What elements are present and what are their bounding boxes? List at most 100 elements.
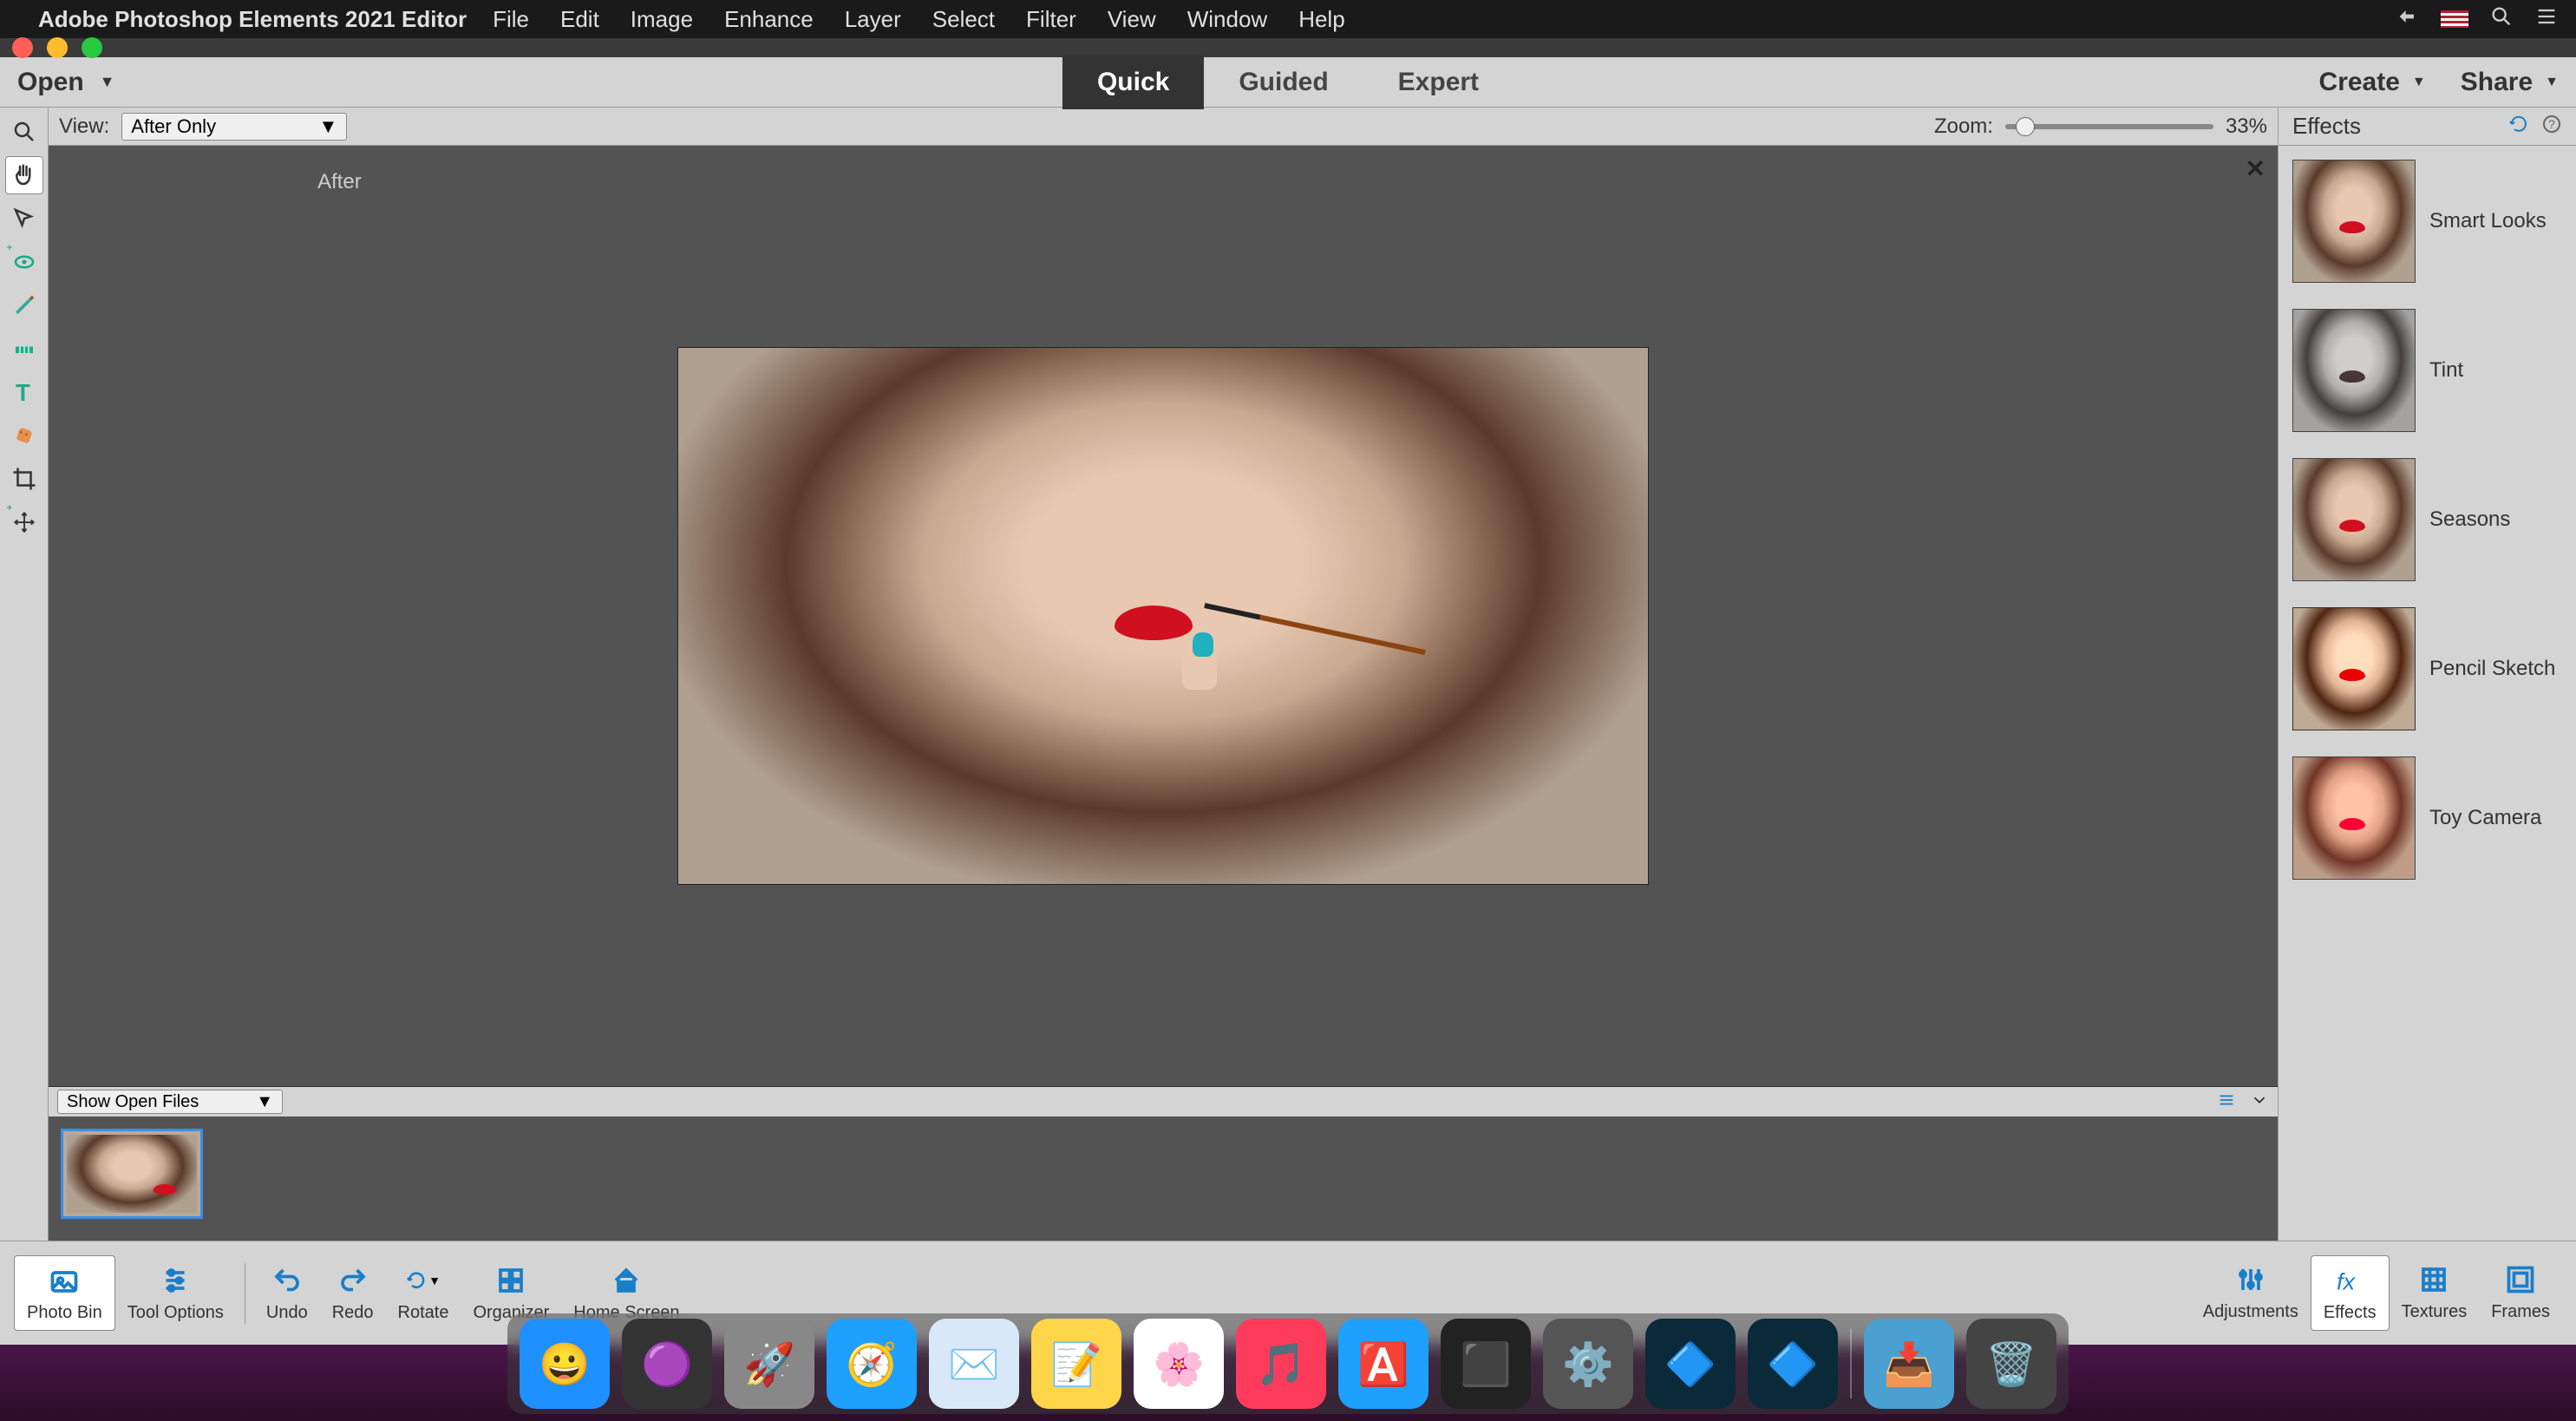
mode-tabs: Quick Guided Expert bbox=[1062, 56, 1514, 109]
tool-options-label: Tool Options bbox=[127, 1303, 224, 1323]
menu-layer[interactable]: Layer bbox=[845, 6, 901, 33]
app-title[interactable]: Adobe Photoshop Elements 2021 Editor bbox=[38, 6, 467, 33]
canvas-viewport[interactable]: ✕ After bbox=[49, 146, 2278, 1086]
photo-bin-menu-icon[interactable] bbox=[2217, 1090, 2236, 1114]
hand-tool[interactable] bbox=[5, 156, 43, 194]
reset-icon[interactable] bbox=[2508, 114, 2529, 139]
zoom-slider[interactable] bbox=[2005, 124, 2213, 129]
menu-edit[interactable]: Edit bbox=[560, 6, 599, 33]
menu-enhance[interactable]: Enhance bbox=[724, 6, 814, 33]
photo-bin-thumbnail[interactable] bbox=[61, 1129, 203, 1219]
eye-tool[interactable]: + bbox=[5, 243, 43, 281]
dock-notes[interactable]: 📝 bbox=[1031, 1319, 1121, 1409]
dock-pse-editor[interactable]: 🔷 bbox=[1645, 1319, 1736, 1409]
dock-safari[interactable]: 🧭 bbox=[827, 1319, 917, 1409]
dock-music[interactable]: 🎵 bbox=[1236, 1319, 1326, 1409]
effects-list[interactable]: Smart Looks Tint Seasons Pencil Sketch Toy C… bbox=[2279, 146, 2576, 1241]
share-dropdown-button[interactable]: Share ▼ bbox=[2461, 68, 2559, 97]
dock-finder[interactable]: 😀 bbox=[520, 1319, 610, 1409]
dock-photos[interactable]: 🌸 bbox=[1134, 1319, 1224, 1409]
dock-system-preferences[interactable]: ⚙️ bbox=[1543, 1319, 1633, 1409]
dock-terminal[interactable]: ⬛ bbox=[1441, 1319, 1531, 1409]
photo-bin-collapse-icon[interactable] bbox=[2250, 1090, 2269, 1114]
effects-button[interactable]: fx Effects bbox=[2311, 1255, 2390, 1331]
rotate-button[interactable]: ▼ Rotate bbox=[386, 1256, 461, 1330]
effect-thumbnail bbox=[2292, 309, 2416, 432]
whiten-teeth-tool[interactable] bbox=[5, 286, 43, 324]
dock-siri[interactable]: 🟣 bbox=[622, 1319, 712, 1409]
adjustments-button[interactable]: Adjustments bbox=[2191, 1255, 2311, 1331]
after-label: After bbox=[317, 170, 362, 194]
us-flag-icon[interactable] bbox=[2441, 10, 2468, 28]
effect-item-pencil-sketch[interactable]: Pencil Sketch bbox=[2292, 607, 2562, 730]
effect-name: Toy Camera bbox=[2429, 806, 2541, 830]
effect-thumbnail bbox=[2292, 607, 2416, 730]
menu-help[interactable]: Help bbox=[1298, 6, 1344, 33]
chevron-down-icon: ▼ bbox=[100, 73, 115, 91]
document-image[interactable] bbox=[677, 347, 1649, 885]
canvas-area: View: After Only ▼ Zoom: 33% ✕ After bbox=[49, 108, 2278, 1086]
textures-button[interactable]: Textures bbox=[2390, 1255, 2480, 1331]
menu-filter[interactable]: Filter bbox=[1026, 6, 1076, 33]
effect-item-tint[interactable]: Tint bbox=[2292, 309, 2562, 432]
close-document-button[interactable]: ✕ bbox=[2246, 154, 2265, 183]
move-tool[interactable]: + bbox=[5, 503, 43, 541]
menu-select[interactable]: Select bbox=[932, 6, 995, 33]
create-dropdown-button[interactable]: Create ▼ bbox=[2319, 68, 2426, 97]
zoom-label: Zoom: bbox=[1934, 115, 1993, 139]
dock-separator bbox=[1850, 1329, 1852, 1398]
open-dropdown-button[interactable]: Open ▼ bbox=[17, 68, 115, 97]
open-label: Open bbox=[17, 68, 84, 97]
frames-button[interactable]: Frames bbox=[2479, 1255, 2562, 1331]
effect-item-toy-camera[interactable]: Toy Camera bbox=[2292, 756, 2562, 880]
type-tool[interactable]: T bbox=[5, 373, 43, 411]
straighten-tool[interactable] bbox=[5, 330, 43, 368]
view-mode-selected: After Only bbox=[131, 115, 216, 138]
chevron-down-icon: ▼ bbox=[256, 1092, 273, 1112]
menu-file[interactable]: File bbox=[493, 6, 529, 33]
help-icon[interactable]: ? bbox=[2541, 114, 2562, 139]
quick-select-tool[interactable] bbox=[5, 200, 43, 238]
effect-item-seasons[interactable]: Seasons bbox=[2292, 458, 2562, 581]
svg-text:fx: fx bbox=[2337, 1269, 2357, 1295]
tab-guided[interactable]: Guided bbox=[1204, 56, 1363, 109]
spotlight-search-icon[interactable] bbox=[2489, 4, 2514, 35]
frames-label: Frames bbox=[2491, 1302, 2550, 1322]
spot-heal-tool[interactable] bbox=[5, 416, 43, 455]
zoom-slider-thumb[interactable] bbox=[2016, 117, 2035, 136]
photo-bin-filter-select[interactable]: Show Open Files ▼ bbox=[57, 1090, 283, 1114]
mac-dock-area: 😀🟣🚀🧭✉️📝🌸🎵🅰️⬛⚙️🔷🔷📥🗑️ bbox=[0, 1345, 2576, 1421]
menu-list-icon[interactable] bbox=[2534, 4, 2559, 35]
minimize-window-button[interactable] bbox=[47, 37, 68, 58]
redo-button[interactable]: Redo bbox=[320, 1256, 386, 1330]
dock-mail[interactable]: ✉️ bbox=[929, 1319, 1019, 1409]
tab-expert[interactable]: Expert bbox=[1363, 56, 1514, 109]
dock-app-store[interactable]: 🅰️ bbox=[1338, 1319, 1429, 1409]
menu-window[interactable]: Window bbox=[1187, 6, 1267, 33]
dock-pse-organizer[interactable]: 🔷 bbox=[1748, 1319, 1838, 1409]
crop-tool[interactable] bbox=[5, 460, 43, 498]
svg-text:?: ? bbox=[2548, 117, 2555, 131]
menu-image[interactable]: Image bbox=[631, 6, 693, 33]
close-window-button[interactable] bbox=[12, 37, 33, 58]
effect-item-smart-looks[interactable]: Smart Looks bbox=[2292, 160, 2562, 283]
dock-launchpad[interactable]: 🚀 bbox=[724, 1319, 814, 1409]
menu-view[interactable]: View bbox=[1108, 6, 1156, 33]
photo-bin-button[interactable]: Photo Bin bbox=[14, 1255, 115, 1331]
effect-name: Pencil Sketch bbox=[2429, 657, 2555, 681]
effect-thumbnail bbox=[2292, 160, 2416, 283]
tab-quick[interactable]: Quick bbox=[1062, 56, 1204, 109]
share-indicator-icon[interactable] bbox=[2396, 4, 2420, 35]
photo-bin-topbar: Show Open Files ▼ bbox=[49, 1087, 2278, 1116]
redo-label: Redo bbox=[332, 1303, 374, 1323]
dock-trash[interactable]: 🗑️ bbox=[1966, 1319, 2056, 1409]
tool-options-button[interactable]: Tool Options bbox=[115, 1256, 236, 1330]
create-label: Create bbox=[2319, 68, 2400, 97]
maximize-window-button[interactable] bbox=[82, 37, 102, 58]
view-mode-select[interactable]: After Only ▼ bbox=[121, 113, 347, 141]
zoom-tool[interactable] bbox=[5, 113, 43, 151]
undo-button[interactable]: Undo bbox=[254, 1256, 320, 1330]
effects-panel-header: Effects ? bbox=[2279, 108, 2576, 146]
dock-downloads[interactable]: 📥 bbox=[1864, 1319, 1954, 1409]
adjustments-label: Adjustments bbox=[2203, 1302, 2298, 1322]
